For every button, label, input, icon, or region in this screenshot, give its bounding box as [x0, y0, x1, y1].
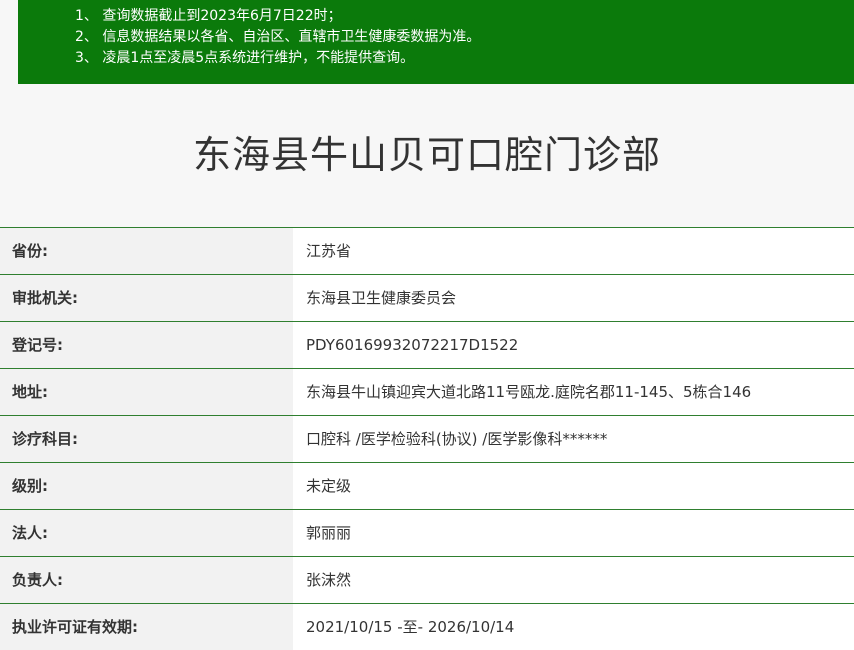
row-departments: 诊疗科目: 口腔科 /医学检验科(协议) /医学影像科****** — [0, 416, 854, 463]
row-value: 江苏省 — [293, 228, 854, 274]
row-province: 省份: 江苏省 — [0, 228, 854, 275]
row-label: 审批机关: — [0, 275, 293, 321]
notice-line-2: 2、 信息数据结果以各省、自治区、直辖市卫生健康委数据为准。 — [75, 29, 481, 45]
title-area: 东海县牛山贝可口腔门诊部 — [0, 84, 854, 204]
row-label: 执业许可证有效期: — [0, 604, 293, 650]
row-label: 诊疗科目: — [0, 416, 293, 462]
row-responsible-person: 负责人: 张沫然 — [0, 557, 854, 604]
row-label: 级别: — [0, 463, 293, 509]
row-value: 东海县卫生健康委员会 — [293, 275, 854, 321]
row-value: PDY60169932072217D1522 — [293, 322, 854, 368]
row-legal-person: 法人: 郭丽丽 — [0, 510, 854, 557]
row-registration-number: 登记号: PDY60169932072217D1522 — [0, 322, 854, 369]
row-value: 口腔科 /医学检验科(协议) /医学影像科****** — [293, 416, 854, 462]
row-value: 东海县牛山镇迎宾大道北路11号瓯龙.庭院名郡11-145、5栋合146 — [293, 369, 854, 415]
row-license-validity: 执业许可证有效期: 2021/10/15 -至- 2026/10/14 — [0, 604, 854, 650]
row-value: 郭丽丽 — [293, 510, 854, 556]
row-address: 地址: 东海县牛山镇迎宾大道北路11号瓯龙.庭院名郡11-145、5栋合146 — [0, 369, 854, 416]
row-label: 负责人: — [0, 557, 293, 603]
row-value: 2021/10/15 -至- 2026/10/14 — [293, 604, 854, 650]
notice-line-1: 1、 查询数据截止到2023年6月7日22时； — [75, 8, 342, 24]
row-approval-authority: 审批机关: 东海县卫生健康委员会 — [0, 275, 854, 322]
row-value: 未定级 — [293, 463, 854, 509]
notice-banner: 1、 查询数据截止到2023年6月7日22时； 2、 信息数据结果以各省、自治区… — [18, 0, 854, 84]
row-label: 省份: — [0, 228, 293, 274]
row-value: 张沫然 — [293, 557, 854, 603]
info-table: 省份: 江苏省 审批机关: 东海县卫生健康委员会 登记号: PDY6016993… — [0, 227, 854, 650]
row-label: 地址: — [0, 369, 293, 415]
row-label: 法人: — [0, 510, 293, 556]
page-title: 东海县牛山贝可口腔门诊部 — [192, 133, 661, 177]
notice-line-3: 3、 凌晨1点至凌晨5点系统进行维护，不能提供查询。 — [75, 50, 415, 66]
row-label: 登记号: — [0, 322, 293, 368]
row-level: 级别: 未定级 — [0, 463, 854, 510]
